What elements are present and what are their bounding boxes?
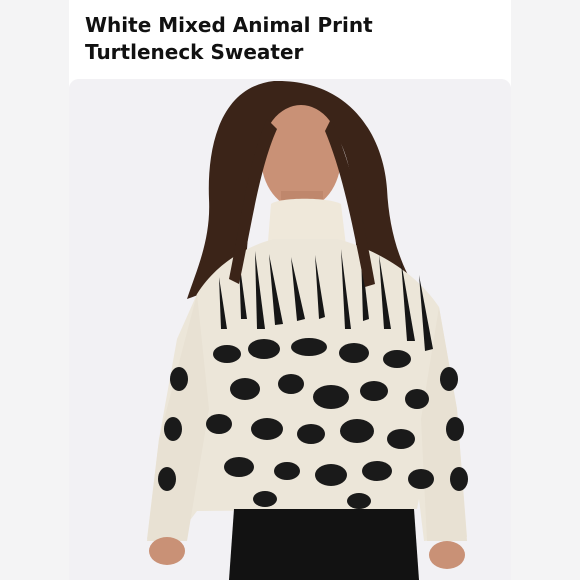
listing-title: White Mixed Animal Print Turtleneck Swea… [85, 12, 505, 66]
product-photo[interactable] [69, 79, 511, 580]
listing-title-line-1: White Mixed Animal Print [85, 13, 373, 37]
product-photo-illustration [69, 79, 511, 580]
listing-title-line-2: Turtleneck Sweater [85, 40, 304, 64]
listing-card: White Mixed Animal Print Turtleneck Swea… [69, 0, 511, 580]
